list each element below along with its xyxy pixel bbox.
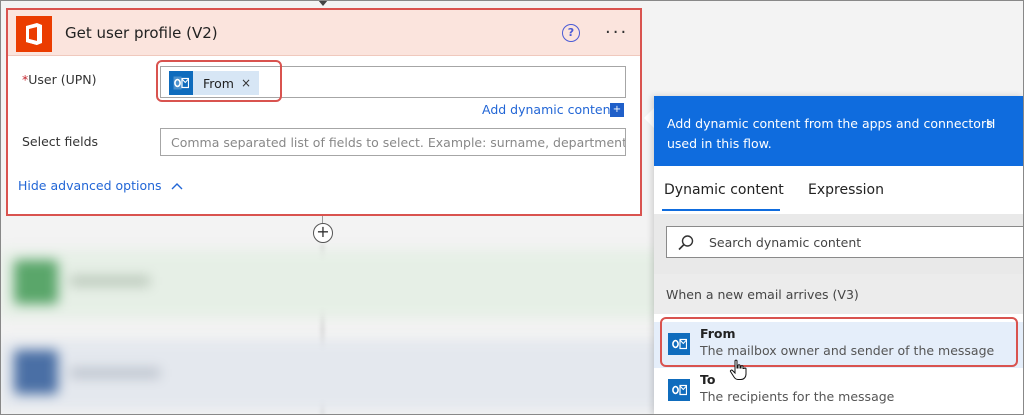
search-area: Search dynamic content [654, 214, 1024, 274]
add-dynamic-content-icon[interactable]: + [610, 103, 624, 117]
connector-arrow [318, 0, 328, 6]
search-input[interactable]: Search dynamic content [666, 226, 1024, 258]
more-options-icon[interactable]: ··· [605, 22, 628, 43]
search-icon [678, 235, 694, 251]
select-fields-input[interactable]: Comma separated list of fields to select… [160, 128, 626, 156]
canvas: + Get user profile (V2) ? ··· *User (UPN… [0, 0, 1024, 415]
list-item-to[interactable]: To The recipients for the message [654, 368, 1024, 414]
active-tab-indicator [662, 209, 780, 211]
outlook-icon [668, 379, 690, 401]
hide-advanced-label: Hide advanced options [18, 178, 162, 193]
add-step-button[interactable]: + [313, 223, 333, 243]
section-header: When a new email arrives (V3) [654, 274, 1024, 314]
from-item-highlight [660, 317, 1018, 367]
select-fields-label: Select fields [22, 134, 99, 149]
item-description: The recipients for the message [700, 389, 895, 404]
action-card: Get user profile (V2) ? ··· *User (UPN) … [6, 8, 642, 216]
panel-header: Add dynamic content from the apps and co… [654, 96, 1024, 166]
help-icon[interactable]: ? [562, 24, 580, 42]
user-upn-label-text: User (UPN) [28, 72, 97, 87]
panel-header-extra: H [986, 116, 996, 131]
token-highlight [156, 60, 282, 102]
tab-expression[interactable]: Expression [808, 182, 884, 198]
office-icon [16, 16, 52, 52]
item-name: To [700, 372, 716, 387]
chevron-up-icon [171, 183, 183, 190]
card-header[interactable]: Get user profile (V2) ? ··· [8, 10, 640, 56]
card-title: Get user profile (V2) [65, 24, 218, 42]
tab-dynamic-content[interactable]: Dynamic content [664, 182, 784, 198]
hide-advanced-options-link[interactable]: Hide advanced options [18, 178, 183, 193]
panel-header-line1: Add dynamic content from the apps and co… [667, 116, 993, 131]
dynamic-content-panel: Add dynamic content from the apps and co… [654, 96, 1024, 415]
user-upn-label: *User (UPN) [22, 72, 97, 87]
plus-icon: + [316, 222, 330, 241]
panel-notch [644, 108, 654, 128]
section-title: When a new email arrives (V3) [666, 287, 859, 302]
hand-cursor-icon [729, 359, 747, 380]
add-dynamic-content-link[interactable]: Add dynamic content [482, 102, 615, 117]
panel-header-line2: used in this flow. [667, 136, 772, 151]
search-placeholder: Search dynamic content [709, 235, 862, 250]
